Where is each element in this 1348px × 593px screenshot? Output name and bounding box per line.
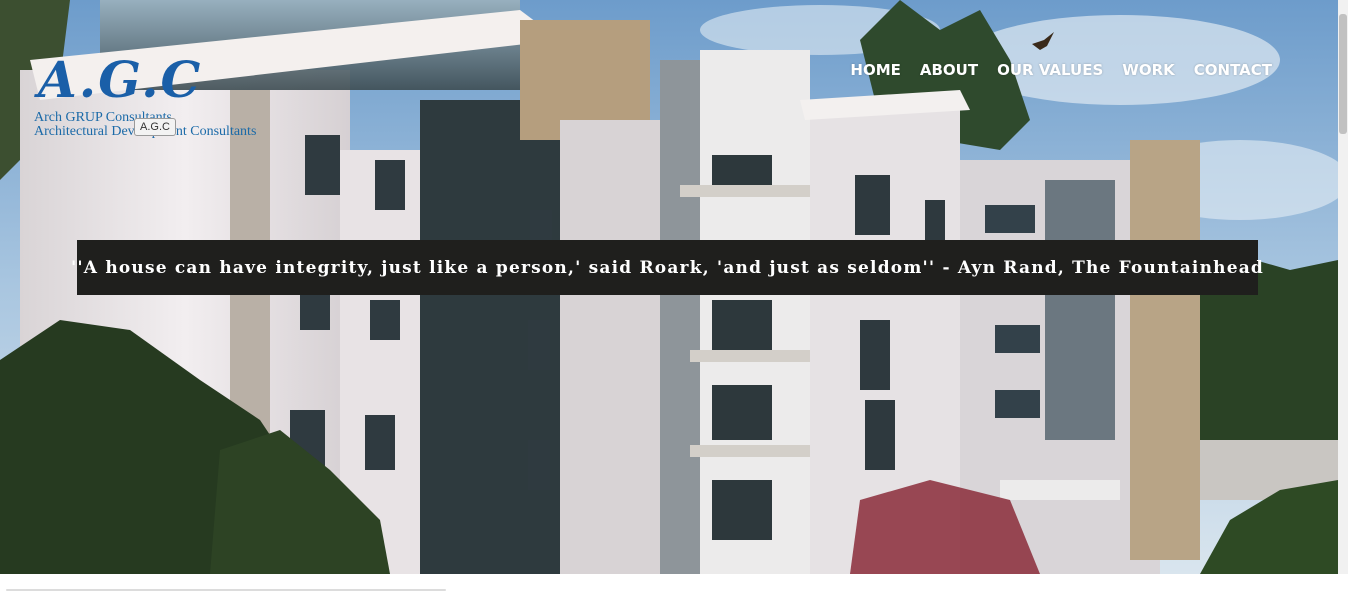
quote-text: ''A house can have integrity, just like …: [71, 257, 1265, 278]
logo-tooltip: A.G.C: [134, 118, 176, 136]
page: A.G.C Arch GRUP Consultants Architectura…: [0, 0, 1348, 593]
quote-banner: ''A house can have integrity, just like …: [71, 240, 1263, 295]
hero-banner: A.G.C Arch GRUP Consultants Architectura…: [0, 0, 1338, 574]
nav-our-values-link[interactable]: OUR VALUES: [997, 60, 1103, 80]
site-logo[interactable]: A.G.C Arch GRUP Consultants Architectura…: [34, 52, 304, 148]
main-nav: HOME ABOUT OUR VALUES WORK CONTACT: [850, 60, 1272, 80]
logo-mark: A.G.C: [38, 50, 203, 109]
nav-work-link[interactable]: WORK: [1122, 60, 1174, 80]
horizontal-scroll-indicator: [6, 589, 446, 591]
scrollbar-thumb[interactable]: [1339, 14, 1347, 134]
nav-about-link[interactable]: ABOUT: [920, 60, 978, 80]
nav-home-link[interactable]: HOME: [850, 60, 900, 80]
page-scrollbar[interactable]: [1338, 0, 1348, 574]
nav-contact-link[interactable]: CONTACT: [1194, 60, 1272, 80]
